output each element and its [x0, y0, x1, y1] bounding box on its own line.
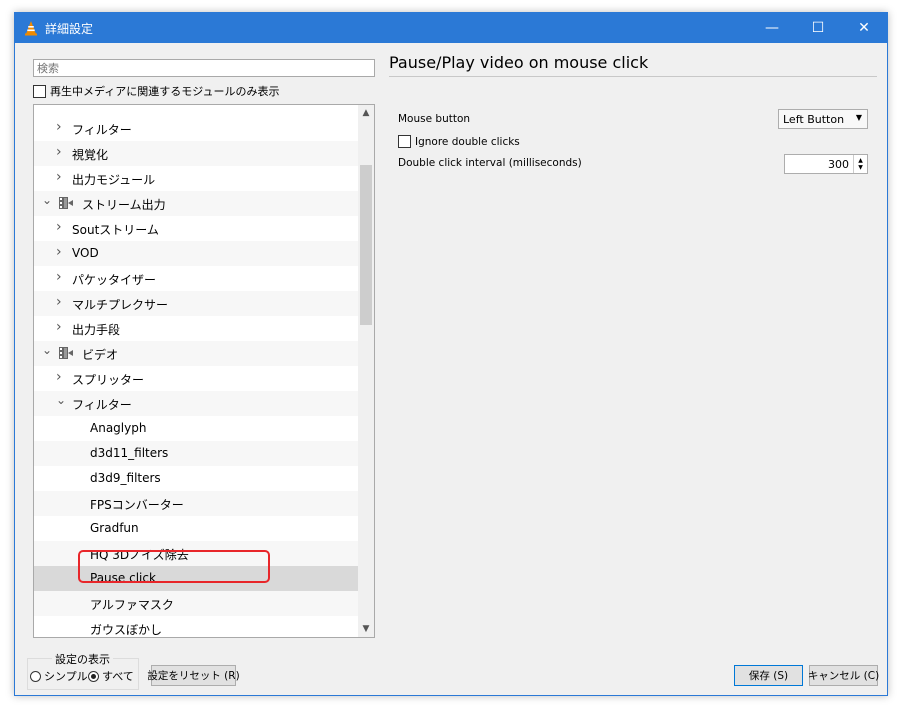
tree-item[interactable]: › スプリッター: [34, 366, 358, 391]
tree-item[interactable]: アルファマスク: [34, 591, 358, 616]
tree-item-label: ガウスぼかし: [90, 623, 163, 637]
tree-item[interactable]: › パケッタイザー: [34, 266, 358, 291]
tree-item[interactable]: › VOD: [34, 241, 358, 266]
tree-category[interactable]: ⌄ ストリーム出力: [34, 191, 358, 216]
tree-item-label: アルファマスク: [90, 598, 174, 612]
tree-item-label: ストリーム出力: [82, 198, 166, 212]
mouse-button-label: Mouse button: [398, 113, 471, 125]
tree-scrollbar[interactable]: ▲ ▼: [358, 105, 374, 637]
tree-item-label: パケッタイザー: [72, 273, 157, 287]
search-input[interactable]: [33, 59, 375, 77]
simple-label: シンプル: [44, 670, 88, 683]
chevron-down-icon[interactable]: ⌄: [42, 343, 52, 357]
save-button[interactable]: 保存 (S): [734, 665, 803, 686]
simple-radio-row[interactable]: シンプル: [30, 668, 88, 684]
tree-item-label: Gradfun: [90, 521, 139, 535]
tree-item[interactable]: › 視覚化: [34, 141, 358, 166]
stream-output-icon: [59, 197, 73, 209]
related-modules-checkbox-row[interactable]: 再生中メディアに関連するモジュールのみ表示: [33, 83, 279, 99]
tree-item[interactable]: › Soutストリーム: [34, 216, 358, 241]
window-title: 詳細設定: [45, 22, 94, 36]
chevron-right-icon[interactable]: ›: [56, 294, 62, 310]
scroll-down-icon[interactable]: ▼: [358, 621, 374, 637]
tree-item-label: d3d11_filters: [90, 446, 169, 460]
video-icon: [59, 347, 73, 359]
chevron-right-icon[interactable]: ›: [56, 119, 62, 135]
selection-highlight-annotation: [78, 550, 270, 583]
chevron-right-icon[interactable]: ›: [56, 319, 62, 335]
tree-item[interactable]: d3d9_filters: [34, 466, 358, 491]
title-bar[interactable]: 詳細設定 — ☐ ✕: [15, 13, 887, 43]
tree-item-label: フィルター: [72, 398, 132, 412]
tree-item-label: フィルター: [72, 123, 132, 137]
display-settings-group: 設定の表示 シンプル すべて: [27, 651, 139, 690]
panel-divider: [389, 76, 877, 77]
chevron-right-icon[interactable]: ›: [56, 169, 62, 185]
scroll-thumb[interactable]: [360, 165, 372, 325]
cancel-button[interactable]: キャンセル (C): [808, 665, 879, 686]
tree-item[interactable]: d3d11_filters: [34, 441, 358, 466]
tree-item-label: d3d9_filters: [90, 471, 161, 485]
vlc-cone-icon: [25, 21, 37, 36]
tree-item[interactable]: FPSコンバーター: [34, 491, 358, 516]
panel-title: Pause/Play video on mouse click: [389, 53, 649, 72]
tree-item-label: FPSコンバーター: [90, 498, 184, 512]
chevron-down-icon: ▼: [855, 113, 862, 122]
tree-category[interactable]: ⌄ ビデオ: [34, 341, 358, 366]
chevron-right-icon[interactable]: ›: [56, 219, 62, 235]
chevron-right-icon[interactable]: ›: [56, 269, 62, 285]
ignore-double-checkbox[interactable]: [398, 135, 411, 148]
simple-radio[interactable]: [30, 670, 41, 682]
scroll-up-icon[interactable]: ▲: [358, 105, 374, 121]
tree-item-label: マルチプレクサー: [72, 298, 169, 312]
mouse-button-select[interactable]: Left Button ▼: [778, 109, 868, 129]
tree-item-label: 出力手段: [72, 323, 121, 337]
all-label: すべて: [102, 670, 134, 683]
tree-item[interactable]: Anaglyph: [34, 416, 358, 441]
tree-item-label: 視覚化: [72, 148, 109, 162]
tree-item-label: 出力モジュール: [72, 173, 156, 187]
chevron-right-icon[interactable]: ›: [56, 244, 62, 260]
tree-item-label: Soutストリーム: [72, 223, 159, 237]
mouse-button-value: Left Button: [783, 112, 845, 126]
chevron-right-icon[interactable]: ›: [56, 144, 62, 160]
interval-spinbox[interactable]: 300 ▲ ▼: [784, 154, 868, 174]
ignore-double-label: Ignore double clicks: [415, 135, 520, 148]
ignore-double-row[interactable]: Ignore double clicks: [398, 135, 520, 148]
tree-item[interactable]: Gradfun: [34, 516, 358, 541]
close-button[interactable]: ✕: [841, 13, 887, 43]
tree-item[interactable]: › 出力手段: [34, 316, 358, 341]
reset-button[interactable]: 設定をリセット (R): [147, 665, 240, 686]
chevron-down-icon[interactable]: ⌄: [56, 393, 66, 407]
tree-item-label: スプリッター: [72, 373, 145, 387]
maximize-button[interactable]: ☐: [795, 13, 841, 43]
related-modules-checkbox[interactable]: [33, 84, 46, 98]
display-settings-legend: 設定の表示: [52, 651, 113, 667]
chevron-right-icon[interactable]: ›: [56, 369, 62, 385]
minimize-button[interactable]: —: [749, 13, 795, 43]
tree-item[interactable]: › 出力モジュール: [34, 166, 358, 191]
related-modules-label: 再生中メディアに関連するモジュールのみ表示: [50, 85, 280, 98]
tree-item-label: ビデオ: [82, 348, 119, 362]
interval-label: Double click interval (milliseconds): [398, 157, 582, 169]
tree-item[interactable]: ⌄ フィルター: [34, 391, 358, 416]
interval-value: 300: [828, 158, 849, 171]
all-radio[interactable]: [88, 670, 99, 682]
tree-item-label: Anaglyph: [90, 421, 147, 435]
tree-item[interactable]: ガウスぼかし: [34, 616, 358, 637]
tree-item-label: VOD: [72, 246, 99, 260]
chevron-down-icon[interactable]: ⌄: [42, 193, 52, 207]
all-radio-row[interactable]: すべて: [88, 668, 134, 684]
spin-arrows-icon[interactable]: ▲ ▼: [853, 155, 867, 173]
preferences-window: 詳細設定 — ☐ ✕ 再生中メディアに関連するモジュールのみ表示 ▲ ▼ › フィ…: [14, 12, 888, 696]
tree-item[interactable]: › フィルター: [34, 116, 358, 141]
tree-item[interactable]: › マルチプレクサー: [34, 291, 358, 316]
